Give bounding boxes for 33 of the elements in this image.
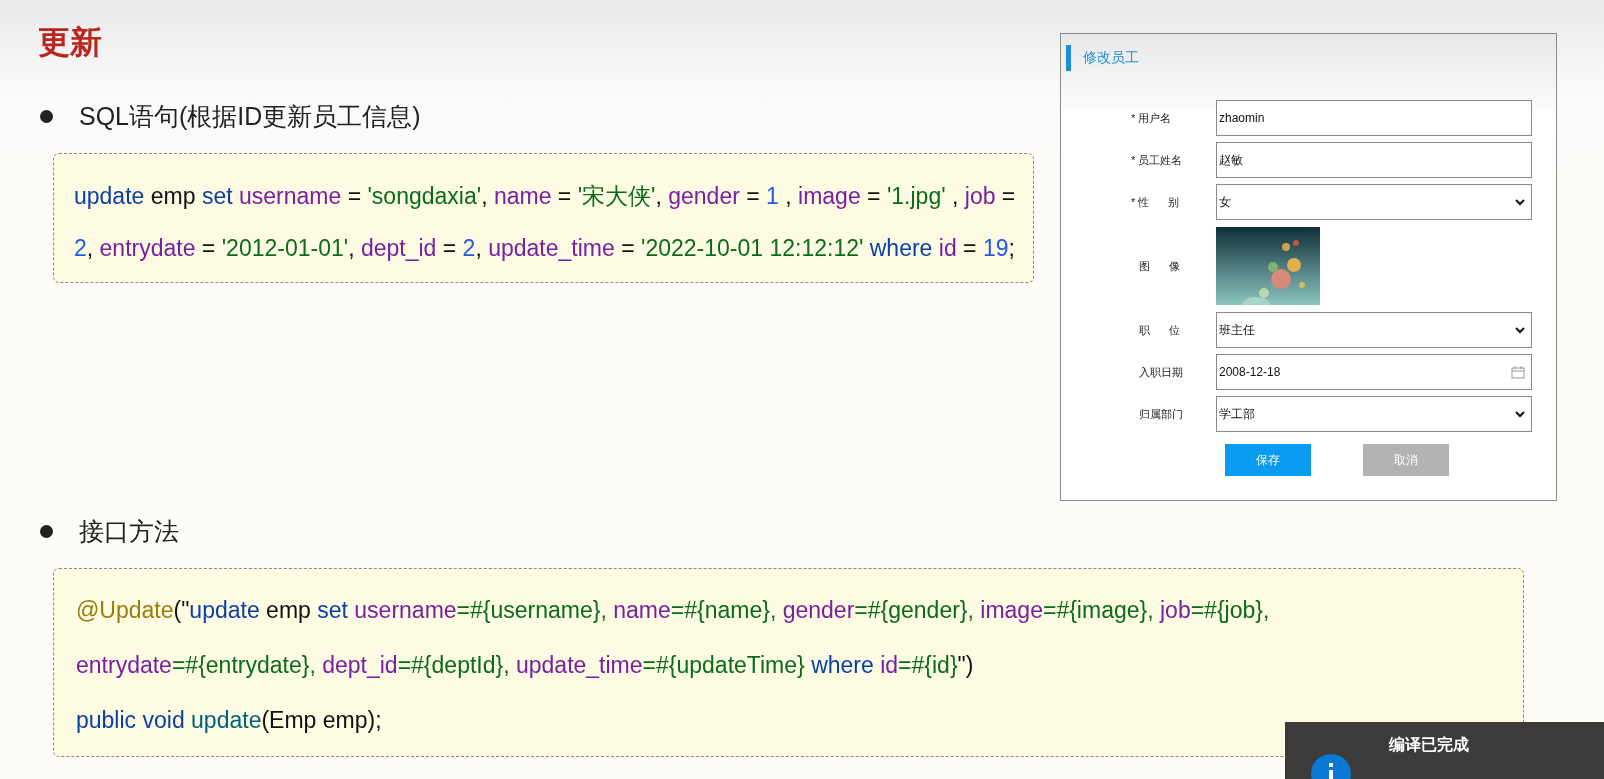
chevron-down-icon [1515,326,1525,334]
code-line: 2, entrydate = '2012-01-01', dept_id = 2, update_time = '2022-10-01 12:12:12' where id = 19; [74,234,1015,263]
field-label: 归属部门 [1139,407,1183,421]
bullet-icon [40,110,53,123]
select-field[interactable]: 女 [1216,184,1532,220]
code-line: entrydate=#{entrydate}, dept_id=#{deptId}, update_time=#{updateTime} where id=#{id}") [76,651,974,680]
field-label: 图 像 [1139,259,1181,273]
input-field[interactable]: 赵敏 [1216,142,1532,178]
bullet-text: SQL语句(根据ID更新员工信息) [79,101,421,132]
date-field[interactable]: 2008-12-18 [1216,354,1532,390]
code-line: @Update("update emp set username=#{username}, name=#{name}, gender=#{gender}, image=#{image}, job=#{job}, [76,596,1270,625]
field-label: 用户名 [1138,111,1172,125]
slide-title: 更新 [38,23,103,62]
accent-bar [1066,45,1071,71]
required-asterisk: * [1131,111,1136,125]
field-label: 性 别 [1138,195,1180,209]
code-line: update emp set username = 'songdaxia', name = '宋大侠', gender = 1 , image = '1.jpg' , job = [74,182,1016,211]
toast-title: 编译已完成 [1389,735,1469,755]
field-label: 入职日期 [1139,365,1183,379]
calendar-icon [1511,365,1525,379]
input-field[interactable]: zhaomin [1216,100,1532,136]
code-line: public void update(Emp emp); [76,706,382,735]
chevron-down-icon [1515,410,1525,418]
bullet-text: 接口方法 [79,516,179,547]
field-label: 职 位 [1139,323,1181,337]
bullet-icon [40,525,53,538]
required-asterisk: * [1131,153,1136,167]
select-field[interactable]: 班主任 [1216,312,1532,348]
select-field[interactable]: 学工部 [1216,396,1532,432]
required-asterisk: * [1131,195,1136,209]
field-label: 员工姓名 [1138,153,1183,167]
chevron-down-icon [1515,198,1525,206]
panel-title: 修改员工 [1083,49,1139,67]
